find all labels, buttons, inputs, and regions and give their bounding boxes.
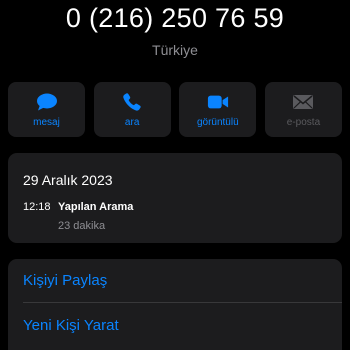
- call-history-date: 29 Aralık 2023: [23, 172, 113, 188]
- contact-actions-menu: Kişiyi Paylaş Yeni Kişi Yarat: [8, 259, 342, 350]
- create-new-contact-button[interactable]: Yeni Kişi Yarat: [23, 317, 119, 334]
- action-buttons-row: mesaj ara görüntülü e-posta: [8, 82, 342, 137]
- call-type: Yapılan Arama: [58, 201, 134, 213]
- video-call-button-label: görüntülü: [196, 117, 239, 128]
- contact-detail-screen: 0 (216) 250 76 59 Türkiye mesaj ara görü…: [0, 0, 350, 350]
- message-button[interactable]: mesaj: [8, 82, 85, 137]
- country-label: Türkiye: [152, 42, 198, 58]
- phone-icon: [121, 92, 143, 112]
- message-bubble-icon: [36, 92, 58, 112]
- call-history-card: 29 Aralık 2023 12:18 Yapılan Arama 23 da…: [8, 153, 342, 243]
- call-button[interactable]: ara: [93, 82, 171, 137]
- video-call-button[interactable]: görüntülü: [179, 82, 257, 137]
- phone-number: 0 (216) 250 76 59: [65, 3, 285, 33]
- video-camera-icon: [207, 92, 229, 112]
- email-button[interactable]: e-posta: [264, 82, 342, 137]
- call-time: 12:18: [23, 201, 51, 213]
- menu-divider: [23, 302, 342, 303]
- call-button-label: ara: [124, 117, 140, 128]
- envelope-icon: [292, 92, 314, 112]
- call-duration: 23 dakika: [58, 220, 106, 232]
- message-button-label: mesaj: [33, 117, 60, 128]
- share-contact-button[interactable]: Kişiyi Paylaş: [23, 272, 107, 289]
- email-button-label: e-posta: [286, 117, 321, 128]
